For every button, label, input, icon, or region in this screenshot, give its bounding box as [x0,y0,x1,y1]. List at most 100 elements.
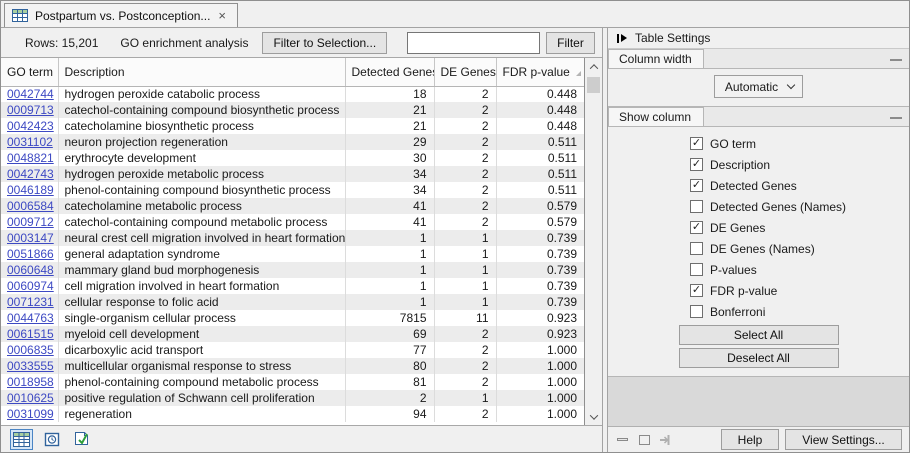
table-row[interactable]: 0042423 catecholamine biosynthetic proces… [1,118,584,134]
show-column-item-de-genes[interactable]: ✓DE Genes [608,217,909,238]
checkbox-checked[interactable]: ✓ [690,284,703,297]
table-row[interactable]: 0009712catechol-containing compound meta… [1,214,584,230]
filter-to-selection-button[interactable]: Filter to Selection... [262,32,387,54]
table-row[interactable]: 0018958phenol-containing compound metabo… [1,374,584,390]
description-cell: positive regulation of Schwann cell prol… [58,390,345,406]
table-row[interactable]: 0006835dicarboxylic acid transport7721.0… [1,342,584,358]
table-view-icon[interactable] [10,429,33,450]
table-vertical-scrollbar[interactable] [585,58,602,425]
show-column-item-description[interactable]: ✓Description [608,154,909,175]
element-info-icon[interactable] [70,429,93,450]
show-column-item-detected-genes[interactable]: ✓Detected Genes [608,175,909,196]
minimize-panel-icon[interactable] [614,433,630,447]
select-all-button[interactable]: Select All [679,325,839,345]
table-row[interactable]: 0031102neuron projection regeneration292… [1,134,584,150]
go-term-link[interactable]: 0031102 [7,135,53,149]
scrollbar-track[interactable] [585,75,602,408]
checkbox-unchecked[interactable] [690,263,703,276]
deselect-all-button[interactable]: Deselect All [679,348,839,368]
go-term-link[interactable]: 0033555 [7,359,54,373]
table-row[interactable]: 0042743hydrogen peroxide metabolic proce… [1,166,584,182]
filter-button[interactable]: Filter [546,32,595,54]
table-row[interactable]: 0042744hydrogen peroxide catabolic proce… [1,86,584,102]
column-header-fdr-p-value[interactable]: FDR p-value [496,58,584,86]
table-row[interactable]: 0031099regeneration9421.000 [1,406,584,422]
show-column-group-header[interactable]: Show column [608,107,909,127]
table-row[interactable]: 0048821erythrocyte development3020.511 [1,150,584,166]
detected-genes-cell: 1 [345,278,434,294]
go-term-link[interactable]: 0060974 [7,279,54,293]
checkbox-unchecked[interactable] [690,242,703,255]
scrollbar-thumb[interactable] [587,77,600,93]
go-term-link[interactable]: 0051866 [7,247,54,261]
collapse-group-icon[interactable] [890,117,902,119]
show-column-item-bonferroni[interactable]: Bonferroni [608,301,909,322]
go-term-link[interactable]: 0018958 [7,375,54,389]
view-settings-button[interactable]: View Settings... [785,429,902,450]
close-icon[interactable]: × [217,11,227,21]
go-term-link[interactable]: 0009712 [7,215,54,229]
checkbox-checked[interactable]: ✓ [690,137,703,150]
column-header-go-term[interactable]: GO term [1,58,58,86]
column-header-detected-genes[interactable]: Detected Genes [345,58,434,86]
show-column-item-go-term[interactable]: ✓GO term [608,133,909,154]
table-row[interactable]: 0010625 positive regulation of Schwann ce… [1,390,584,406]
go-term-link[interactable]: 0003147 [7,231,54,245]
filter-input[interactable] [407,32,540,54]
column-width-group-header[interactable]: Column width [608,49,909,69]
table-row[interactable]: 0009713catechol-containing compound bios… [1,102,584,118]
column-header-description[interactable]: Description [58,58,345,86]
go-term-link[interactable]: 0061515 [7,327,54,341]
checkbox-checked[interactable]: ✓ [690,179,703,192]
table-row[interactable]: 0051866general adaptation syndrome110.73… [1,246,584,262]
go-term-link[interactable]: 0006835 [7,343,54,357]
table-row[interactable]: 0044763single-organism cellular process7… [1,310,584,326]
description-cell: erythrocyte development [58,150,345,166]
description-cell: catecholamine biosynthetic process [58,118,345,134]
go-term-link[interactable]: 0044763 [7,311,54,325]
table-row[interactable]: 0006584catecholamine metabolic process41… [1,198,584,214]
go-term-link[interactable]: 0071231 [7,295,54,309]
go-term-link[interactable]: 0048821 [7,151,54,165]
help-button[interactable]: Help [721,429,779,450]
checkbox-unchecked[interactable] [690,305,703,318]
table-row[interactable]: 0071231cellular response to folic acid11… [1,294,584,310]
detected-genes-cell: 80 [345,358,434,374]
fdr-p-value-cell: 0.448 [496,118,584,134]
go-term-link[interactable]: 0042743 [7,167,54,181]
table-settings-expand-icon[interactable] [617,34,627,43]
table-row[interactable]: 0060648mammary gland bud morphogenesis11… [1,262,584,278]
table-row[interactable]: 0003147neural crest cell migration invol… [1,230,584,246]
column-width-dropdown[interactable]: Automatic [714,75,803,98]
table-row[interactable]: 0033555multicellular organismal response… [1,358,584,374]
go-term-link[interactable]: 0060648 [7,263,54,277]
float-panel-icon[interactable] [636,433,652,447]
tab-postpartum-vs-postconception[interactable]: Postpartum vs. Postconception... × [4,3,238,27]
scroll-up-button[interactable] [585,58,602,75]
checkbox-checked[interactable]: ✓ [690,221,703,234]
go-term-link[interactable]: 0009713 [7,103,54,117]
table-row[interactable]: 0046189phenol-containing compound biosyn… [1,182,584,198]
fdr-p-value-cell: 0.739 [496,262,584,278]
go-term-link[interactable]: 0046189 [7,183,54,197]
description-cell: mammary gland bud morphogenesis [58,262,345,278]
table-settings-header[interactable]: Table Settings [608,28,909,49]
show-column-item-fdr-p-value[interactable]: ✓FDR p-value [608,280,909,301]
go-term-link[interactable]: 0010625 [7,391,54,405]
show-column-item-de-genes-names[interactable]: DE Genes (Names) [608,238,909,259]
go-term-link[interactable]: 0042423 [7,119,54,133]
checkbox-checked[interactable]: ✓ [690,158,703,171]
go-term-link[interactable]: 0031099 [7,407,54,421]
table-toolbar: Rows: 15,201 GO enrichment analysis Filt… [1,28,602,58]
go-term-link[interactable]: 0042744 [7,87,54,101]
table-row[interactable]: 0060974cell migration involved in heart … [1,278,584,294]
checkbox-unchecked[interactable] [690,200,703,213]
column-header-de-genes[interactable]: DE Genes [434,58,496,86]
scroll-down-button[interactable] [585,408,602,425]
show-column-item-detected-genes-names[interactable]: Detected Genes (Names) [608,196,909,217]
collapse-group-icon[interactable] [890,59,902,61]
table-row[interactable]: 0061515myeloid cell development6920.923 [1,326,584,342]
show-column-item-p-values[interactable]: P-values [608,259,909,280]
go-term-link[interactable]: 0006584 [7,199,54,213]
history-icon[interactable] [40,429,63,450]
